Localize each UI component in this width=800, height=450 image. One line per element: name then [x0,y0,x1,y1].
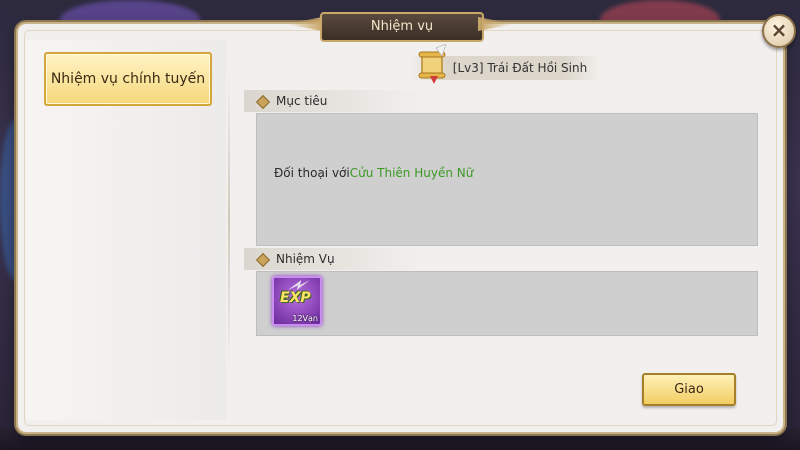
npc-name-link[interactable]: Cửu Thiên Huyền Nữ [350,166,474,180]
diamond-icon [255,252,271,267]
goal-section-header: Mục tiêu [244,90,424,112]
lightning-icon [288,280,310,290]
item-quantity: 12Vạn [292,314,318,323]
goal-text: Đối thoại vớiCửu Thiên Huyền Nữ [274,166,473,180]
accept-button[interactable]: Giao [642,373,736,406]
tab-main-quest[interactable]: Nhiệm vụ chính tuyến [44,52,212,106]
reward-header-label: Nhiệm Vụ [276,252,335,266]
scroll-quest-icon [418,44,447,84]
exp-reward-item[interactable]: EXP 12Vạn [272,276,322,326]
reward-section-header: Nhiệm Vụ [244,248,424,270]
panel-divider [228,70,230,370]
goal-text-prefix: Đối thoại với [274,166,350,180]
dialog-title: Nhiệm vụ [320,12,484,42]
reward-box [256,271,758,336]
exp-icon: EXP [280,290,311,306]
close-button[interactable]: × [762,14,796,48]
diamond-icon [255,94,271,109]
goal-header-label: Mục tiêu [276,94,328,108]
